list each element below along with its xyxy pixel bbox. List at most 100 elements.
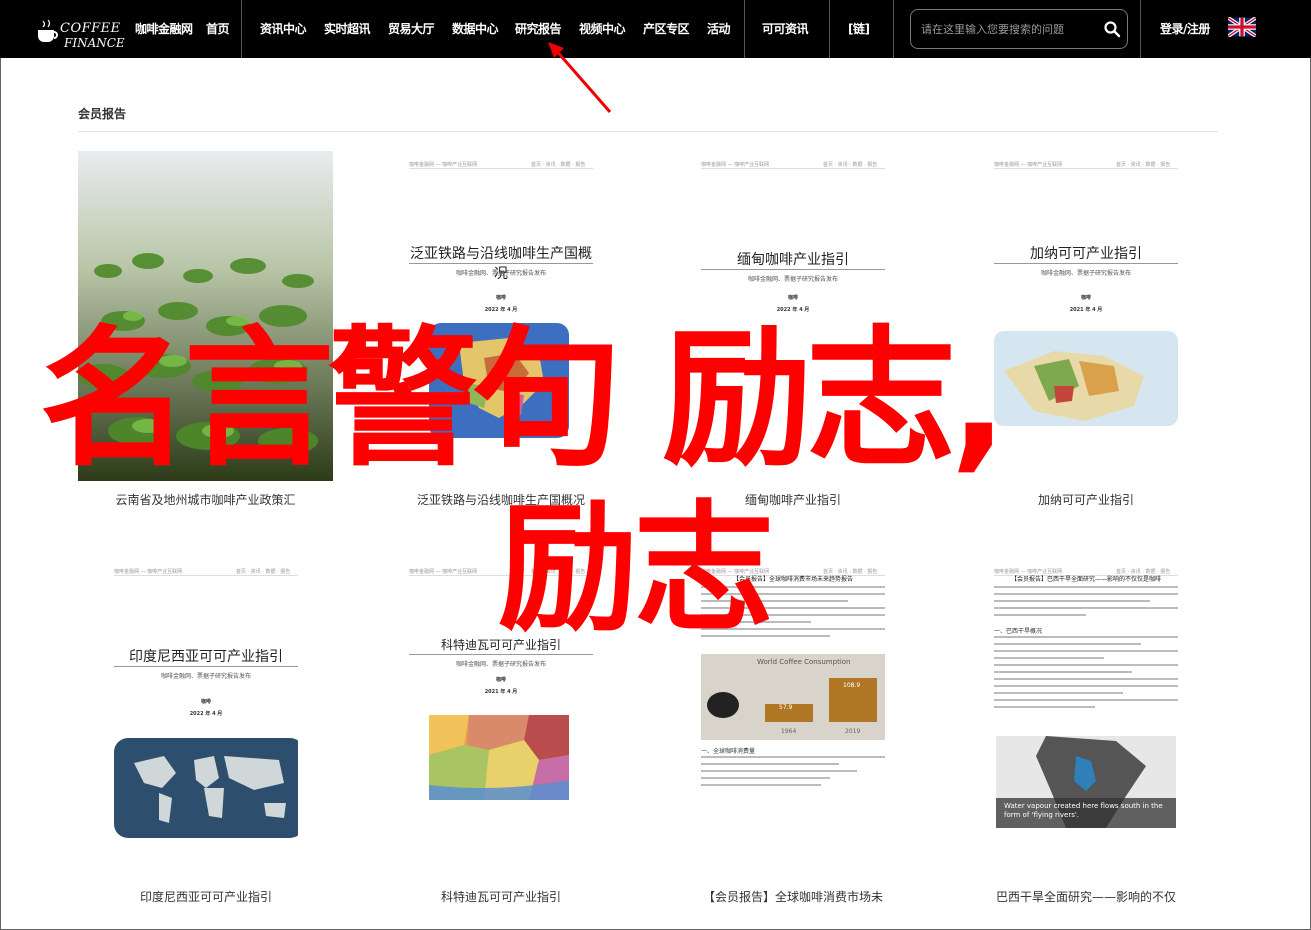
doc-title: 科特迪瓦可可产业指引 <box>440 638 561 652</box>
doc-text-block <box>994 586 1178 621</box>
report-thumbnail[interactable]: 咖啡金融网 — 咖啡产业互联网 首页 · 资讯 · 数据 · 报告 科特迪瓦可可产… <box>409 558 593 848</box>
report-card[interactable]: 咖啡金融网 — 咖啡产业互联网 首页 · 资讯 · 数据 · 报告 【会员报告】全… <box>701 558 885 904</box>
report-caption[interactable]: 云南省及地州城市咖啡产业政策汇 <box>78 491 333 508</box>
doc-title: 加纳可可产业指引 <box>1030 246 1142 262</box>
doc-subtitle: 咖啡金融网、票据子研究报告发布 <box>160 673 251 680</box>
report-caption[interactable]: 缅甸咖啡产业指引 <box>701 491 885 508</box>
world-map-icon <box>114 738 298 838</box>
report-caption[interactable]: 加纳可可产业指引 <box>994 491 1178 508</box>
top-navbar: COFFEE FINANCE 咖啡金融网 首页 资讯中心 实时超讯 贸易大厅 数… <box>0 0 1311 58</box>
report-caption[interactable]: 科特迪瓦可可产业指引 <box>369 888 633 905</box>
uk-flag-icon[interactable] <box>1228 17 1256 37</box>
search-input[interactable] <box>921 19 1096 39</box>
nav-divider <box>829 0 830 58</box>
section-title: 会员报告 <box>78 107 127 121</box>
doc-subtitle: 咖啡金融网、票据子研究报告发布 <box>747 276 838 283</box>
nav-item-realtime[interactable]: 实时超讯 <box>324 20 371 37</box>
doc-rule <box>409 263 593 264</box>
doc-text-block <box>701 586 885 642</box>
coffee-consumption-chart: World Coffee Consumption 57.9 108.9 1964… <box>701 654 885 740</box>
nav-divider <box>1140 0 1141 58</box>
doc-header: 咖啡金融网 — 咖啡产业互联网 首页 · 资讯 · 数据 · 报告 <box>409 159 593 169</box>
doc-rule <box>114 666 298 667</box>
logo-line1: COFFEE <box>60 21 121 36</box>
doc-name: 咖啡 <box>787 295 798 301</box>
nav-item-research[interactable]: 研究报告 <box>515 20 562 37</box>
nav-divider <box>744 0 745 58</box>
doc-title: 【会员报告】全球咖啡消费市场未来趋势报告 <box>732 576 853 583</box>
doc-subtitle: 咖啡金融网、票据子研究报告发布 <box>455 661 546 668</box>
doc-section-heading: 一、巴西干旱概况 <box>994 628 1043 635</box>
asia-map-icon <box>429 323 569 438</box>
doc-name: 咖啡 <box>1080 295 1091 301</box>
doc-title: 缅甸咖啡产业指引 <box>737 252 849 268</box>
report-caption[interactable]: 巴西干旱全面研究——影响的不仅 <box>954 888 1218 905</box>
report-card[interactable]: 咖啡金融网 — 咖啡产业互联网 首页 · 资讯 · 数据 · 报告 科特迪瓦可可产… <box>409 558 593 904</box>
nav-item-regions[interactable]: 产区专区 <box>643 20 690 37</box>
doc-header: 咖啡金融网 — 咖啡产业互联网 首页 · 资讯 · 数据 · 报告 <box>701 159 885 169</box>
search-icon[interactable] <box>1103 20 1121 38</box>
report-card[interactable]: 咖啡金融网 — 咖啡产业互联网 首页 · 资讯 · 数据 · 报告 泛亚铁路与沿线… <box>409 151 593 511</box>
doc-rule <box>994 263 1178 264</box>
doc-header: 咖啡金融网 — 咖啡产业互联网 首页 · 资讯 · 数据 · 报告 <box>994 159 1178 169</box>
doc-text-block <box>701 756 885 791</box>
nav-divider <box>893 0 894 58</box>
report-thumbnail[interactable]: 咖啡金融网 — 咖啡产业互联网 首页 · 资讯 · 数据 · 报告 印度尼西亚可可… <box>114 558 298 848</box>
report-thumbnail[interactable]: 咖啡金融网 — 咖啡产业互联网 首页 · 资讯 · 数据 · 报告 加纳可可产业指… <box>994 151 1178 451</box>
main-content: 会员报告 云南省及地州城市咖啡产业政策汇 咖啡金融网 — 咖啡产业互联网 首页 … <box>0 58 1311 930</box>
doc-header: 咖啡金融网 — 咖啡产业互联网 首页 · 资讯 · 数据 · 报告 <box>409 566 593 576</box>
nav-item-data[interactable]: 数据中心 <box>452 20 499 37</box>
doc-title: 【会员报告】巴西干旱全面研究——影响的不仅仅是咖啡 <box>1010 576 1161 583</box>
ivory-coast-map-icon <box>429 715 569 800</box>
coffee-cup-icon <box>707 692 739 718</box>
report-caption[interactable]: 泛亚铁路与沿线咖啡生产国概况 <box>409 491 593 508</box>
report-card[interactable]: 咖啡金融网 — 咖啡产业互联网 首页 · 资讯 · 数据 · 报告 【会员报告】巴… <box>994 558 1178 904</box>
doc-name: 咖啡 <box>495 677 506 683</box>
doc-name: 咖啡 <box>200 699 211 705</box>
nav-item-coffee-finance[interactable]: 咖啡金融网 <box>135 20 193 37</box>
report-caption[interactable]: 印度尼西亚可可产业指引 <box>74 888 338 905</box>
chart-year-label: 1964 <box>781 728 797 735</box>
report-thumbnail[interactable]: 咖啡金融网 — 咖啡产业互联网 首页 · 资讯 · 数据 · 报告 【会员报告】全… <box>701 558 885 848</box>
report-card[interactable]: 咖啡金融网 — 咖啡产业互联网 首页 · 资讯 · 数据 · 报告 加纳可可产业指… <box>994 151 1178 511</box>
doc-section-heading: 一、全球咖啡消费量 <box>701 748 756 755</box>
doc-date: 2021 年 4 月 <box>1069 307 1103 313</box>
report-thumbnail[interactable]: 咖啡金融网 — 咖啡产业互联网 首页 · 资讯 · 数据 · 报告 泛亚铁路与沿线… <box>409 151 593 451</box>
doc-rule <box>409 654 593 655</box>
nav-divider <box>241 0 242 58</box>
report-thumbnail[interactable]: 咖啡金融网 — 咖啡产业互联网 首页 · 资讯 · 数据 · 报告 【会员报告】巴… <box>994 558 1178 858</box>
section-divider <box>78 131 1218 132</box>
nav-item-home[interactable]: 首页 <box>206 20 230 37</box>
doc-date: 2022 年 4 月 <box>776 307 810 313</box>
report-thumbnail[interactable] <box>78 151 333 481</box>
login-register-link[interactable]: 登录/注册 <box>1160 20 1210 37</box>
report-card[interactable]: 咖啡金融网 — 咖啡产业互联网 首页 · 资讯 · 数据 · 报告 印度尼西亚可可… <box>114 558 298 904</box>
south-america-map-photo: Water vapour created here flows south in… <box>996 736 1176 828</box>
report-card[interactable]: 咖啡金融网 — 咖啡产业互联网 首页 · 资讯 · 数据 · 报告 缅甸咖啡产业指… <box>701 151 885 511</box>
nav-item-cocoa[interactable]: 可可资讯 <box>762 20 809 37</box>
doc-subtitle: 咖啡金融网、票据子研究报告发布 <box>455 270 546 277</box>
nav-item-video[interactable]: 视频中心 <box>579 20 626 37</box>
coffee-finance-logo[interactable]: COFFEE FINANCE <box>34 8 126 50</box>
nav-item-events[interactable]: 活动 <box>707 20 731 37</box>
search-box <box>910 9 1128 49</box>
map-caption: Water vapour created here flows south in… <box>1004 802 1163 819</box>
coffee-seedlings-photo <box>78 151 333 481</box>
report-card[interactable]: 云南省及地州城市咖啡产业政策汇 <box>78 151 333 511</box>
doc-subtitle: 咖啡金融网、票据子研究报告发布 <box>1040 270 1131 277</box>
chart-value-label: 108.9 <box>843 682 861 689</box>
nav-item-trade[interactable]: 贸易大厅 <box>388 20 435 37</box>
doc-text-block <box>994 636 1178 713</box>
doc-header: 咖啡金融网 — 咖啡产业互联网 首页 · 资讯 · 数据 · 报告 <box>114 566 298 576</box>
chart-year-label: 2019 <box>845 728 861 735</box>
doc-date: 2022 年 4 月 <box>189 711 223 717</box>
nav-item-chain[interactable]: [链] <box>848 20 870 37</box>
nav-item-news[interactable]: 资讯中心 <box>260 20 307 37</box>
logo-line2: FINANCE <box>64 36 125 50</box>
doc-rule <box>701 269 885 270</box>
ghana-map-icon <box>994 331 1178 426</box>
doc-name: 咖啡 <box>495 295 506 301</box>
doc-date: 2022 年 4 月 <box>484 307 518 313</box>
report-thumbnail[interactable]: 咖啡金融网 — 咖啡产业互联网 首页 · 资讯 · 数据 · 报告 缅甸咖啡产业指… <box>701 151 885 451</box>
report-caption[interactable]: 【会员报告】全球咖啡消费市场未 <box>661 888 925 905</box>
